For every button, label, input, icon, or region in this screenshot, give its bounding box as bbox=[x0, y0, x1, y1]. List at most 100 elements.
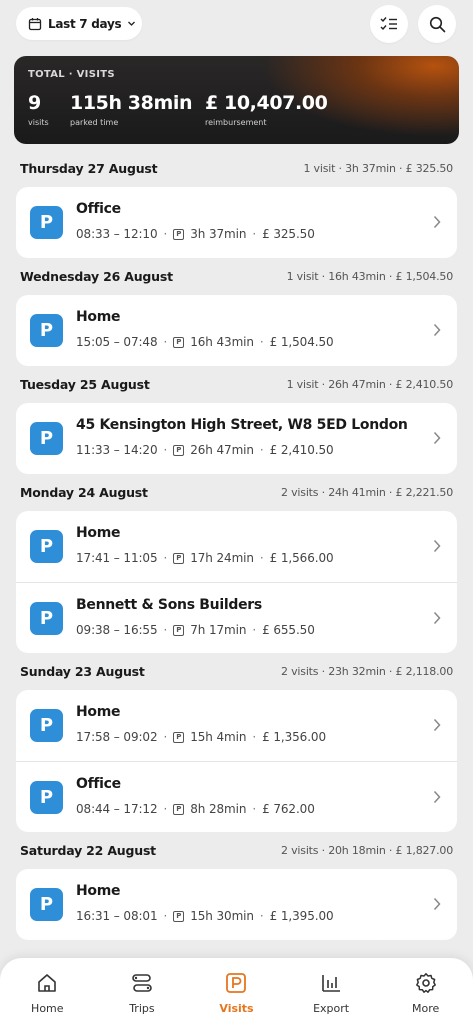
separator: · bbox=[259, 551, 264, 565]
visit-amount: £ 2,410.50 bbox=[269, 443, 334, 457]
parking-duration-icon: P bbox=[173, 803, 185, 815]
chevron-right-icon bbox=[433, 897, 441, 911]
visit-row[interactable]: P 45 Kensington High Street, W8 5ED Londo… bbox=[16, 403, 457, 474]
chevron-right-icon bbox=[433, 323, 441, 337]
visit-list: Thursday 27 August 1 visit · 3h 37min · £… bbox=[0, 150, 473, 940]
visit-row[interactable]: P Bennett & Sons Builders 09:38 – 16:55 · P 7… bbox=[16, 582, 457, 653]
parking-duration-icon: P bbox=[173, 552, 185, 564]
visit-amount: £ 1,566.00 bbox=[269, 551, 334, 565]
tab-visits[interactable]: Visits bbox=[189, 958, 284, 1024]
separator: · bbox=[163, 802, 168, 816]
visit-amount: £ 1,356.00 bbox=[262, 730, 326, 744]
tab-more[interactable]: More bbox=[378, 958, 473, 1024]
visit-row[interactable]: P Home 17:58 – 09:02 · P 15h 4min · £ 1,356.00 bbox=[16, 690, 457, 761]
reimbursement-caption: reimbursement bbox=[205, 118, 267, 127]
visit-duration: 8h 28min bbox=[190, 802, 247, 816]
visit-time-range: 09:38 – 16:55 bbox=[76, 623, 158, 637]
chevron-right-icon bbox=[433, 539, 441, 553]
search-button[interactable] bbox=[418, 5, 456, 43]
separator: · bbox=[163, 551, 168, 565]
visit-details: 08:33 – 12:10 · P 3h 37min · £ 325.50 bbox=[76, 227, 315, 241]
day-header: Saturday 22 August 2 visits · 20h 18min ·… bbox=[0, 832, 473, 869]
gear-icon bbox=[415, 972, 437, 998]
visit-amount: £ 762.00 bbox=[262, 802, 315, 816]
tab-trips[interactable]: Trips bbox=[95, 958, 190, 1024]
visit-time-range: 11:33 – 14:20 bbox=[76, 443, 158, 457]
visit-time-range: 16:31 – 08:01 bbox=[76, 909, 158, 923]
visit-details: 09:38 – 16:55 · P 7h 17min · £ 655.50 bbox=[76, 623, 315, 637]
separator: · bbox=[252, 227, 257, 241]
bottom-tab-bar: Home Trips Visits Export More bbox=[0, 958, 473, 1024]
day-title: Sunday 23 August bbox=[20, 664, 145, 679]
tab-label: Home bbox=[31, 1002, 64, 1015]
visit-row[interactable]: P Home 16:31 – 08:01 · P 15h 30min · £ 1,395.00 bbox=[16, 869, 457, 940]
day-title: Wednesday 26 August bbox=[20, 269, 173, 284]
chevron-right-icon bbox=[433, 215, 441, 229]
day-summary: 1 visit · 3h 37min · £ 325.50 bbox=[303, 162, 453, 175]
date-range-label: Last 7 days bbox=[48, 16, 122, 31]
visit-time-range: 08:44 – 17:12 bbox=[76, 802, 158, 816]
visit-location: Bennett & Sons Builders bbox=[76, 597, 262, 613]
day-title: Thursday 27 August bbox=[20, 161, 158, 176]
parked-time-caption: parked time bbox=[70, 118, 119, 127]
date-range-filter[interactable]: Last 7 days bbox=[16, 7, 142, 40]
reimbursement-value: £ 10,407.00 bbox=[205, 92, 328, 114]
visits-count-stat: 9 visits bbox=[28, 92, 49, 127]
visits-count-caption: visits bbox=[28, 118, 49, 127]
visits-summary-card: TOTAL · VISITS 9 visits 115h 38min parke… bbox=[14, 56, 459, 144]
visit-row[interactable]: P Home 15:05 – 07:48 · P 16h 43min · £ 1,504.50 bbox=[16, 295, 457, 366]
day-header: Wednesday 26 August 1 visit · 16h 43min ·… bbox=[0, 258, 473, 295]
visit-duration: 17h 24min bbox=[190, 551, 254, 565]
day-visits-card: P Office 08:33 – 12:10 · P 3h 37min · £ 325.50 bbox=[16, 187, 457, 258]
tab-export[interactable]: Export bbox=[284, 958, 379, 1024]
calendar-icon bbox=[28, 17, 42, 30]
day-title: Monday 24 August bbox=[20, 485, 148, 500]
visit-amount: £ 655.50 bbox=[262, 623, 315, 637]
separator: · bbox=[259, 443, 264, 457]
visit-duration: 15h 4min bbox=[190, 730, 247, 744]
select-list-button[interactable] bbox=[370, 5, 408, 43]
day-visits-card: P Home 17:58 – 09:02 · P 15h 4min · £ 1,356.00 P… bbox=[16, 690, 457, 832]
visit-row[interactable]: P Office 08:44 – 17:12 · P 8h 28min · £ 762.00 bbox=[16, 761, 457, 832]
parking-badge-icon: P bbox=[30, 709, 63, 742]
day-header: Thursday 27 August 1 visit · 3h 37min · £… bbox=[0, 150, 473, 187]
day-visits-card: P Home 16:31 – 08:01 · P 15h 30min · £ 1,395.00 bbox=[16, 869, 457, 940]
reimbursement-stat: £ 10,407.00 reimbursement bbox=[205, 92, 328, 127]
parking-badge-icon: P bbox=[30, 888, 63, 921]
visit-duration: 3h 37min bbox=[190, 227, 247, 241]
visit-location: Home bbox=[76, 525, 121, 541]
visit-location: Home bbox=[76, 883, 121, 899]
parking-duration-icon: P bbox=[173, 336, 185, 348]
visit-row[interactable]: P Office 08:33 – 12:10 · P 3h 37min · £ 325.50 bbox=[16, 187, 457, 258]
day-header: Monday 24 August 2 visits · 24h 41min · £… bbox=[0, 474, 473, 511]
visit-time-range: 17:58 – 09:02 bbox=[76, 730, 158, 744]
tab-home[interactable]: Home bbox=[0, 958, 95, 1024]
parking-duration-icon: P bbox=[173, 624, 185, 636]
day-title: Tuesday 25 August bbox=[20, 377, 150, 392]
chevron-right-icon bbox=[433, 431, 441, 445]
separator: · bbox=[163, 623, 168, 637]
day-visits-card: P Home 15:05 – 07:48 · P 16h 43min · £ 1,504.50 bbox=[16, 295, 457, 366]
parking-badge-icon: P bbox=[30, 530, 63, 563]
visit-row[interactable]: P Home 17:41 – 11:05 · P 17h 24min · £ 1,566.00 bbox=[16, 511, 457, 582]
day-title: Saturday 22 August bbox=[20, 843, 156, 858]
parked-time-stat: 115h 38min parked time bbox=[70, 92, 192, 127]
trips-icon bbox=[131, 972, 153, 998]
top-bar: Last 7 days bbox=[0, 0, 473, 50]
separator: · bbox=[259, 909, 264, 923]
chevron-down-icon bbox=[128, 21, 136, 26]
day-summary: 1 visit · 26h 47min · £ 2,410.50 bbox=[286, 378, 454, 391]
visit-location: Office bbox=[76, 776, 121, 792]
parking-duration-icon: P bbox=[173, 228, 185, 240]
tab-label: More bbox=[412, 1002, 440, 1015]
parking-icon bbox=[225, 972, 247, 998]
visit-amount: £ 325.50 bbox=[262, 227, 315, 241]
tab-label: Trips bbox=[129, 1002, 155, 1015]
parking-badge-icon: P bbox=[30, 781, 63, 814]
day-summary: 2 visits · 23h 32min · £ 2,118.00 bbox=[281, 665, 453, 678]
day-visits-card: P 45 Kensington High Street, W8 5ED Londo… bbox=[16, 403, 457, 474]
day-header: Tuesday 25 August 1 visit · 26h 47min · £… bbox=[0, 366, 473, 403]
visit-amount: £ 1,395.00 bbox=[269, 909, 334, 923]
visit-location: Home bbox=[76, 704, 121, 720]
visit-time-range: 17:41 – 11:05 bbox=[76, 551, 158, 565]
